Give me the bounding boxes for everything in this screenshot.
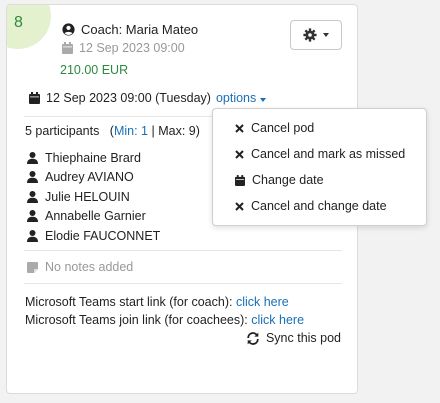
times-icon — [235, 149, 244, 159]
teams-links: Microsoft Teams start link (for coach): … — [25, 293, 304, 329]
participant-item: Annabelle Garnier — [27, 207, 160, 227]
participant-item: Elodie FAUCONNET — [27, 226, 160, 246]
user-icon — [27, 229, 38, 242]
min-participants: Min: 1 — [113, 124, 148, 138]
participant-name: Thiephaine Brard — [45, 150, 141, 165]
menu-item-label: Change date — [252, 173, 324, 187]
participant-item: Audrey AVIANO — [27, 168, 160, 188]
times-icon — [235, 201, 244, 211]
menu-item-cancel-pod[interactable]: Cancel pod — [213, 115, 426, 141]
sync-icon — [246, 331, 260, 345]
teams-start-link[interactable]: click here — [236, 295, 289, 309]
user-circle-icon — [62, 23, 75, 36]
times-icon — [235, 123, 244, 133]
participants-count: 5 participants — [25, 124, 100, 138]
pod-date-short: 12 Sep 2023 09:00 — [62, 41, 185, 55]
coach-name: Coach: Maria Mateo — [81, 22, 199, 37]
participant-item: Thiephaine Brard — [27, 148, 160, 168]
participant-name: Audrey AVIANO — [45, 170, 134, 185]
sticky-note-icon — [27, 261, 38, 273]
participant-name: Elodie FAUCONNET — [45, 228, 161, 243]
calendar-icon — [29, 92, 40, 104]
participant-name: Annabelle Garnier — [45, 209, 146, 224]
gear-icon — [303, 28, 317, 42]
menu-item-label: Cancel and mark as missed — [251, 147, 406, 161]
menu-item-cancel-mark-missed[interactable]: Cancel and mark as missed — [213, 141, 426, 167]
teams-start-label: Microsoft Teams start link (for coach): — [25, 295, 236, 309]
menu-item-change-date[interactable]: Change date — [213, 167, 426, 193]
options-dropdown-link[interactable]: options — [216, 91, 266, 105]
teams-join-link[interactable]: click here — [251, 313, 304, 327]
date-full-text: 12 Sep 2023 09:00 (Tuesday) — [46, 91, 211, 105]
teams-join-label: Microsoft Teams join link (for coachees)… — [25, 313, 252, 327]
sync-label: Sync this pod — [265, 331, 341, 345]
menu-item-cancel-change-date[interactable]: Cancel and change date — [213, 193, 426, 219]
divider — [24, 250, 342, 251]
coach-row: Coach: Maria Mateo — [62, 22, 198, 37]
teams-join-row: Microsoft Teams join link (for coachees)… — [25, 311, 304, 329]
participant-name: Julie HELOUIN — [45, 189, 130, 204]
calendar-icon — [235, 174, 245, 186]
options-dropdown-menu: Cancel pod Cancel and mark as missed Cha… — [212, 108, 427, 226]
max-participants: Max: 9 — [158, 124, 196, 138]
menu-item-label: Cancel pod — [251, 121, 315, 135]
options-label: options — [215, 91, 257, 105]
user-icon — [27, 171, 38, 184]
participants-summary: 5 participants (Min: 1 | Max: 9) — [25, 124, 200, 138]
teams-start-row: Microsoft Teams start link (for coach): … — [25, 293, 304, 311]
menu-item-label: Cancel and change date — [251, 199, 387, 213]
chevron-down-icon — [259, 98, 266, 102]
pod-number: 8 — [14, 14, 23, 31]
notes-text: No notes added — [45, 260, 134, 274]
price: 210.00 EUR — [60, 63, 129, 77]
participant-list: Thiephaine Brard Audrey AVIANO Julie HEL… — [27, 148, 160, 246]
pod-date-full: 12 Sep 2023 09:00 (Tuesday) options — [29, 91, 266, 105]
date-short-text: 12 Sep 2023 09:00 — [79, 41, 185, 55]
notes-row: No notes added — [27, 260, 133, 274]
user-icon — [27, 151, 38, 164]
user-icon — [27, 210, 38, 223]
chevron-down-icon — [323, 33, 329, 37]
settings-dropdown-button[interactable] — [290, 20, 342, 50]
user-icon — [27, 190, 38, 203]
calendar-icon — [62, 42, 73, 54]
divider — [24, 283, 342, 284]
sync-pod-button[interactable]: Sync this pod — [246, 331, 341, 345]
pod-number-badge — [7, 5, 51, 49]
participant-item: Julie HELOUIN — [27, 187, 160, 207]
